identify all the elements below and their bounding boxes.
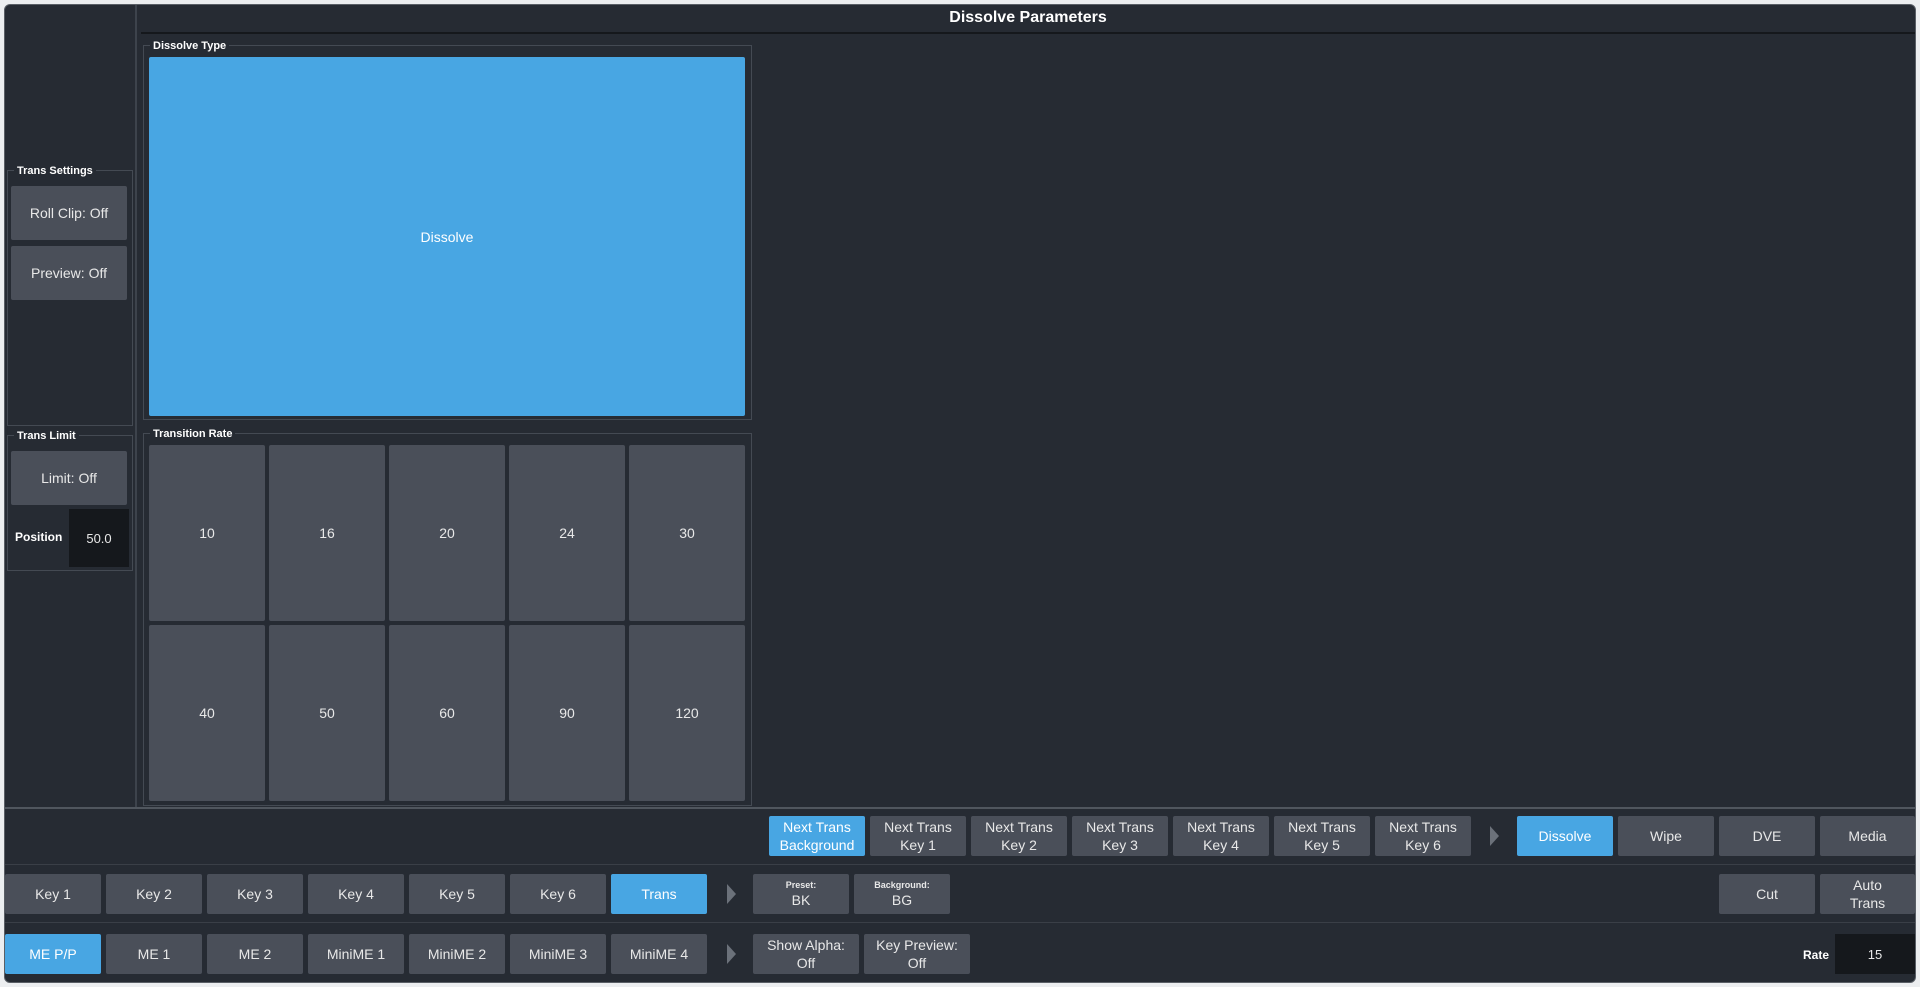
rate-field[interactable]: 15 [1835, 934, 1915, 974]
rate-button[interactable]: 24 [509, 445, 625, 621]
roll-clip-button[interactable]: Roll Clip: Off [11, 186, 127, 240]
rate-button[interactable]: 10 [149, 445, 265, 621]
chevron-right-icon [1490, 826, 1499, 846]
key5-button[interactable]: Key 5 [409, 874, 505, 914]
next-trans-background-button[interactable]: Next Trans Background [769, 816, 865, 856]
transition-rate-group: Transition Rate 10 16 20 24 30 40 50 60 … [143, 428, 752, 806]
rate-button[interactable]: 20 [389, 445, 505, 621]
trans-settings-label: Trans Settings [14, 165, 96, 177]
next-trans-key3-button[interactable]: Next Trans Key 3 [1072, 816, 1168, 856]
divider [5, 922, 1915, 923]
preset-button[interactable]: Preset: BK [753, 874, 849, 914]
preview-button[interactable]: Preview: Off [11, 246, 127, 300]
next-trans-key1-button[interactable]: Next Trans Key 1 [870, 816, 966, 856]
cut-button[interactable]: Cut [1719, 874, 1815, 914]
key-preview-button[interactable]: Key Preview: Off [864, 934, 970, 974]
key4-button[interactable]: Key 4 [308, 874, 404, 914]
position-field[interactable]: 50.0 [69, 509, 129, 567]
show-alpha-button[interactable]: Show Alpha: Off [753, 934, 859, 974]
me-pp-button[interactable]: ME P/P [5, 934, 101, 974]
background-button[interactable]: Background: BG [854, 874, 950, 914]
me2-button[interactable]: ME 2 [207, 934, 303, 974]
left-panel: Trans Settings Roll Clip: Off Preview: O… [5, 5, 137, 807]
rate-button[interactable]: 120 [629, 625, 745, 801]
minime4-button[interactable]: MiniME 4 [611, 934, 707, 974]
rate-label: Rate [1803, 948, 1830, 962]
page-title: Dissolve Parameters [141, 5, 1915, 34]
wipe-type-button[interactable]: Wipe [1618, 816, 1714, 856]
rate-button[interactable]: 50 [269, 625, 385, 801]
position-label: Position [15, 530, 63, 544]
trans-limit-label: Trans Limit [14, 430, 79, 442]
key6-button[interactable]: Key 6 [510, 874, 606, 914]
limit-button[interactable]: Limit: Off [11, 451, 127, 505]
dissolve-type-button[interactable]: Dissolve [1517, 816, 1613, 856]
next-trans-key6-button[interactable]: Next Trans Key 6 [1375, 816, 1471, 856]
dissolve-type-option[interactable]: Dissolve [149, 57, 745, 416]
dissolve-type-label: Dissolve Type [150, 40, 230, 52]
key3-button[interactable]: Key 3 [207, 874, 303, 914]
app-window: Dissolve Parameters Trans Settings Roll … [4, 4, 1916, 983]
transition-rate-label: Transition Rate [150, 428, 236, 440]
next-trans-key2-button[interactable]: Next Trans Key 2 [971, 816, 1067, 856]
chevron-right-icon [727, 944, 736, 964]
main-area: Dissolve Type Dissolve Transition Rate 1… [141, 34, 1915, 807]
rate-button[interactable]: 40 [149, 625, 265, 801]
rate-button[interactable]: 60 [389, 625, 505, 801]
rate-button[interactable]: 30 [629, 445, 745, 621]
minime3-button[interactable]: MiniME 3 [510, 934, 606, 974]
media-type-button[interactable]: Media [1820, 816, 1915, 856]
key1-button[interactable]: Key 1 [5, 874, 101, 914]
key2-button[interactable]: Key 2 [106, 874, 202, 914]
dissolve-type-group: Dissolve Type Dissolve [143, 40, 752, 420]
next-trans-key4-button[interactable]: Next Trans Key 4 [1173, 816, 1269, 856]
divider [5, 807, 1915, 809]
dve-type-button[interactable]: DVE [1719, 816, 1815, 856]
next-trans-key5-button[interactable]: Next Trans Key 5 [1274, 816, 1370, 856]
chevron-right-icon [727, 884, 736, 904]
trans-limit-group: Trans Limit Limit: Off Position 50.0 [7, 430, 133, 571]
trans-button[interactable]: Trans [611, 874, 707, 914]
me1-button[interactable]: ME 1 [106, 934, 202, 974]
minime1-button[interactable]: MiniME 1 [308, 934, 404, 974]
minime2-button[interactable]: MiniME 2 [409, 934, 505, 974]
auto-trans-button[interactable]: Auto Trans [1820, 874, 1915, 914]
rate-button[interactable]: 16 [269, 445, 385, 621]
divider [5, 864, 1915, 865]
trans-settings-group: Trans Settings Roll Clip: Off Preview: O… [7, 165, 133, 426]
rate-button[interactable]: 90 [509, 625, 625, 801]
